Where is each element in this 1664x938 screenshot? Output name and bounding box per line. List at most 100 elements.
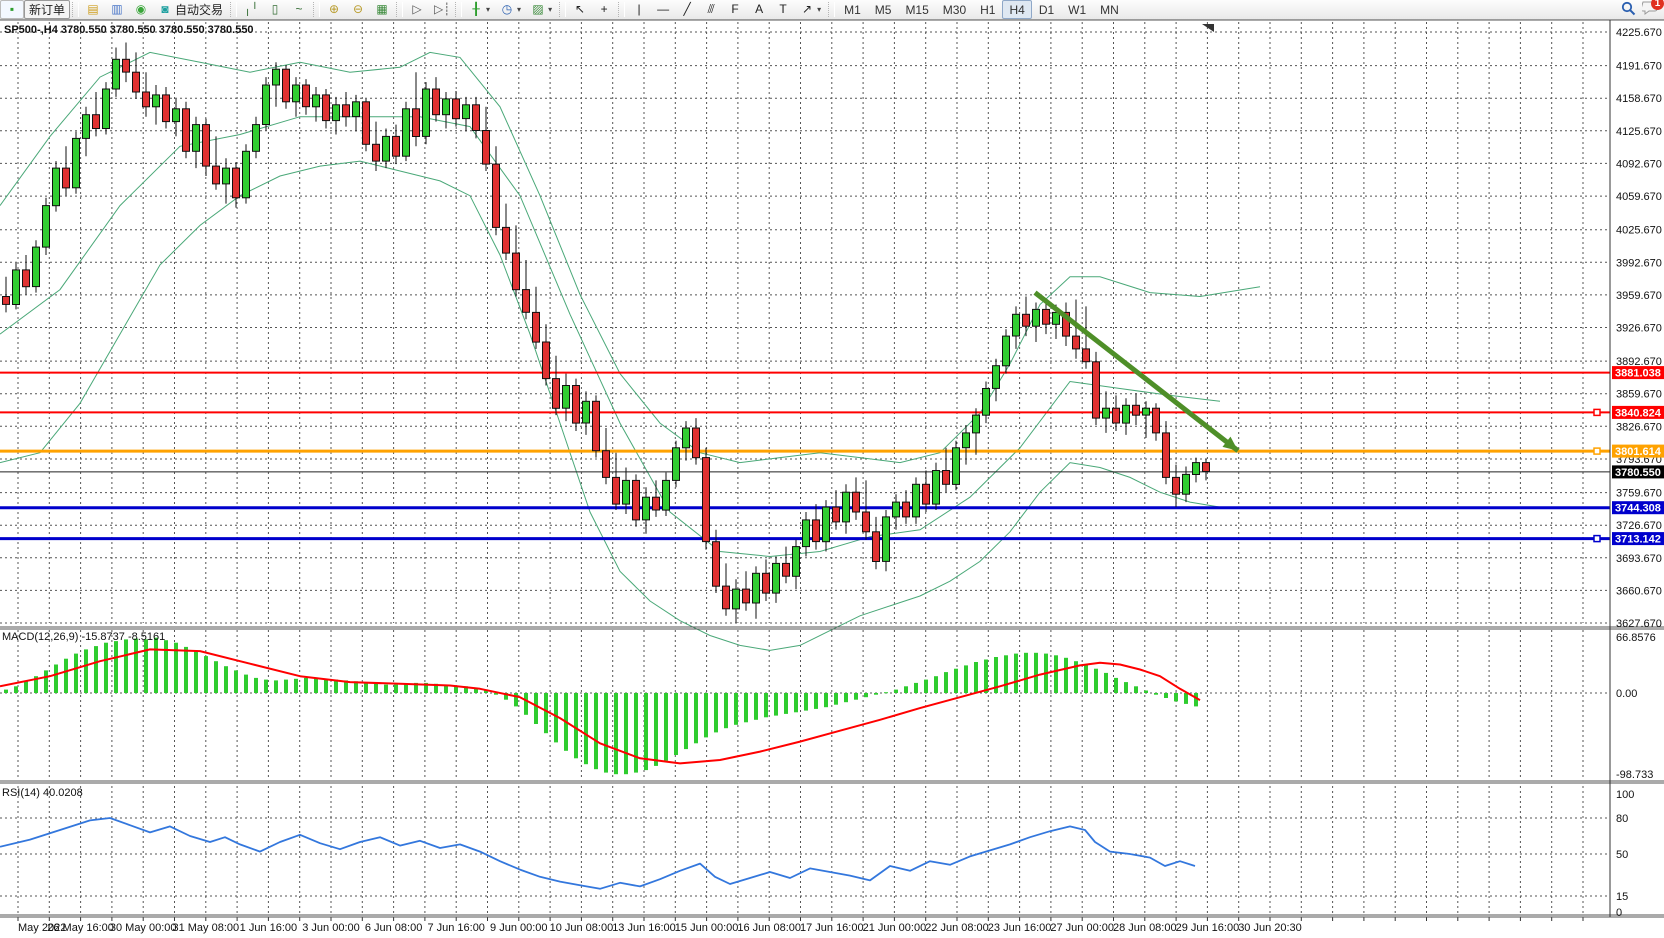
svg-text:3859.670: 3859.670 bbox=[1616, 389, 1662, 401]
search-icon[interactable] bbox=[1621, 1, 1636, 19]
chevron-down-icon[interactable]: ▾ bbox=[817, 5, 821, 14]
sep3 bbox=[313, 2, 320, 17]
svg-text:3693.670: 3693.670 bbox=[1616, 553, 1662, 565]
chart-shift-icon: ▷┊ bbox=[434, 1, 448, 18]
svg-text:4158.670: 4158.670 bbox=[1616, 93, 1662, 105]
zoom-in-button[interactable]: ⊕ bbox=[322, 0, 346, 19]
periods-button[interactable]: ◷▾ bbox=[495, 0, 526, 19]
svg-text:3744.308: 3744.308 bbox=[1615, 503, 1661, 515]
new-order-button[interactable]: 新订单 bbox=[24, 0, 70, 19]
chevron-down-icon[interactable]: ▾ bbox=[486, 5, 490, 14]
line-chart-button[interactable]: ~ bbox=[287, 0, 311, 19]
autotrading-button[interactable]: ◙自动交易 bbox=[153, 0, 228, 19]
timeframe-h1-button[interactable]: H1 bbox=[973, 0, 1002, 19]
svg-text:3627.670: 3627.670 bbox=[1616, 618, 1662, 630]
sep2 bbox=[230, 2, 237, 17]
sep4 bbox=[396, 2, 403, 17]
svg-text:3713.142: 3713.142 bbox=[1615, 534, 1661, 546]
zoom-in-icon: ⊕ bbox=[327, 1, 341, 18]
svg-text:3826.670: 3826.670 bbox=[1616, 421, 1662, 433]
svg-text:22 Jun 08:00: 22 Jun 08:00 bbox=[925, 922, 989, 934]
timeframe-d1-button[interactable]: D1 bbox=[1032, 0, 1061, 19]
chart-shift-button[interactable]: ▷┊ bbox=[429, 0, 453, 19]
timeframe-m1-button[interactable]: M1 bbox=[837, 0, 868, 19]
label-button[interactable]: T bbox=[771, 0, 795, 19]
timeframe-m15-button[interactable]: M15 bbox=[898, 0, 935, 19]
svg-text:26 May 16:00: 26 May 16:00 bbox=[47, 922, 114, 934]
templates-button[interactable]: ▨▾ bbox=[526, 0, 557, 19]
svg-text:17 Jun 16:00: 17 Jun 16:00 bbox=[800, 922, 864, 934]
hline-button[interactable]: — bbox=[651, 0, 675, 19]
svg-text:3926.670: 3926.670 bbox=[1616, 323, 1662, 335]
zoom-out-icon: ⊖ bbox=[351, 1, 365, 18]
svg-text:29 Jun 16:00: 29 Jun 16:00 bbox=[1176, 922, 1240, 934]
new-order-button-label: 新订单 bbox=[29, 1, 65, 18]
svg-text:4125.670: 4125.670 bbox=[1616, 126, 1662, 138]
channel-button[interactable]: ⫻ bbox=[699, 0, 723, 19]
templates-icon: ▨ bbox=[531, 1, 545, 18]
fibonacci-button[interactable]: F bbox=[723, 0, 747, 19]
svg-text:1 Jun 16:00: 1 Jun 16:00 bbox=[240, 922, 298, 934]
signals-icon: ◉ bbox=[129, 0, 153, 19]
chart-title: SP500-,H4 3780.550 3780.550 3780.550 378… bbox=[4, 24, 254, 36]
auto-arrange-button[interactable]: ▷ bbox=[405, 0, 429, 19]
notifications-icon[interactable]: 1 bbox=[1642, 1, 1658, 18]
add-indicator-button[interactable]: ╂▾ bbox=[464, 0, 495, 19]
window-icon: ▪ bbox=[0, 0, 24, 19]
rsi-indicator-label: RSI(14) 40.0208 bbox=[2, 787, 83, 799]
history-center-icon-icon: ▤ bbox=[86, 1, 100, 18]
history-center-icon: ▤ bbox=[81, 0, 105, 19]
candle-chart-button[interactable]: ▯ bbox=[263, 0, 287, 19]
svg-text:9 Jun 00:00: 9 Jun 00:00 bbox=[490, 922, 548, 934]
svg-text:66.8576: 66.8576 bbox=[1616, 632, 1656, 644]
svg-text:3780.550: 3780.550 bbox=[1615, 467, 1661, 479]
market-watch-icon: ▥ bbox=[105, 0, 129, 19]
svg-text:50: 50 bbox=[1616, 849, 1628, 861]
svg-text:3 Jun 00:00: 3 Jun 00:00 bbox=[302, 922, 360, 934]
sep8 bbox=[828, 2, 835, 17]
candle-chart-icon: ▯ bbox=[268, 1, 282, 18]
bar-chart-button[interactable]: ╷╵ bbox=[239, 0, 263, 19]
main-toolbar: ▪新订单▤▥◉◙自动交易╷╵▯~⊕⊖▦▷▷┊╂▾◷▾▨▾↖+|—╱⫻FAT↗▾M… bbox=[0, 0, 1664, 20]
svg-text:27 Jun 00:00: 27 Jun 00:00 bbox=[1050, 922, 1114, 934]
svg-text:3759.670: 3759.670 bbox=[1616, 488, 1662, 500]
svg-text:4059.670: 4059.670 bbox=[1616, 191, 1662, 203]
signals-icon-icon: ◉ bbox=[134, 1, 148, 18]
cursor-button[interactable]: ↖ bbox=[568, 0, 592, 19]
timeframe-mn-button[interactable]: MN bbox=[1093, 0, 1126, 19]
fibonacci-icon: F bbox=[728, 1, 742, 18]
hline-icon: — bbox=[656, 1, 670, 18]
trendline-button[interactable]: ╱ bbox=[675, 0, 699, 19]
timeframe-m5-button[interactable]: M5 bbox=[868, 0, 899, 19]
zoom-out-button[interactable]: ⊖ bbox=[346, 0, 370, 19]
timeframe-w1-button[interactable]: W1 bbox=[1061, 0, 1093, 19]
trendline-icon: ╱ bbox=[680, 1, 694, 18]
autotrading-button-label: 自动交易 bbox=[175, 1, 223, 18]
svg-text:3660.670: 3660.670 bbox=[1616, 585, 1662, 597]
svg-text:4025.670: 4025.670 bbox=[1616, 225, 1662, 237]
chevron-down-icon[interactable]: ▾ bbox=[548, 5, 552, 14]
sep5 bbox=[455, 2, 462, 17]
svg-text:3801.614: 3801.614 bbox=[1615, 446, 1662, 458]
market-watch-icon-icon: ▥ bbox=[110, 1, 124, 18]
tile-windows-icon: ▦ bbox=[375, 1, 389, 18]
tile-windows-button[interactable]: ▦ bbox=[370, 0, 394, 19]
arrows-button[interactable]: ↗▾ bbox=[795, 0, 826, 19]
line-chart-icon: ~ bbox=[292, 1, 306, 18]
sep6 bbox=[559, 2, 566, 17]
chart-canvas[interactable]: 4225.6704191.6704158.6704125.6704092.670… bbox=[0, 0, 1664, 938]
svg-text:7 Jun 16:00: 7 Jun 16:00 bbox=[427, 922, 485, 934]
svg-text:23 Jun 16:00: 23 Jun 16:00 bbox=[988, 922, 1052, 934]
timeframe-m30-button[interactable]: M30 bbox=[936, 0, 973, 19]
arrows-icon: ↗ bbox=[800, 1, 814, 18]
svg-text:100: 100 bbox=[1616, 789, 1634, 801]
svg-text:30 May 00:00: 30 May 00:00 bbox=[110, 922, 177, 934]
crosshair-button[interactable]: + bbox=[592, 0, 616, 19]
vline-icon: | bbox=[632, 1, 646, 18]
svg-text:3959.670: 3959.670 bbox=[1616, 290, 1662, 302]
chevron-down-icon[interactable]: ▾ bbox=[517, 5, 521, 14]
vline-button[interactable]: | bbox=[627, 0, 651, 19]
auto-arrange-icon: ▷ bbox=[410, 1, 424, 18]
text-button[interactable]: A bbox=[747, 0, 771, 19]
timeframe-h4-button[interactable]: H4 bbox=[1002, 0, 1031, 19]
